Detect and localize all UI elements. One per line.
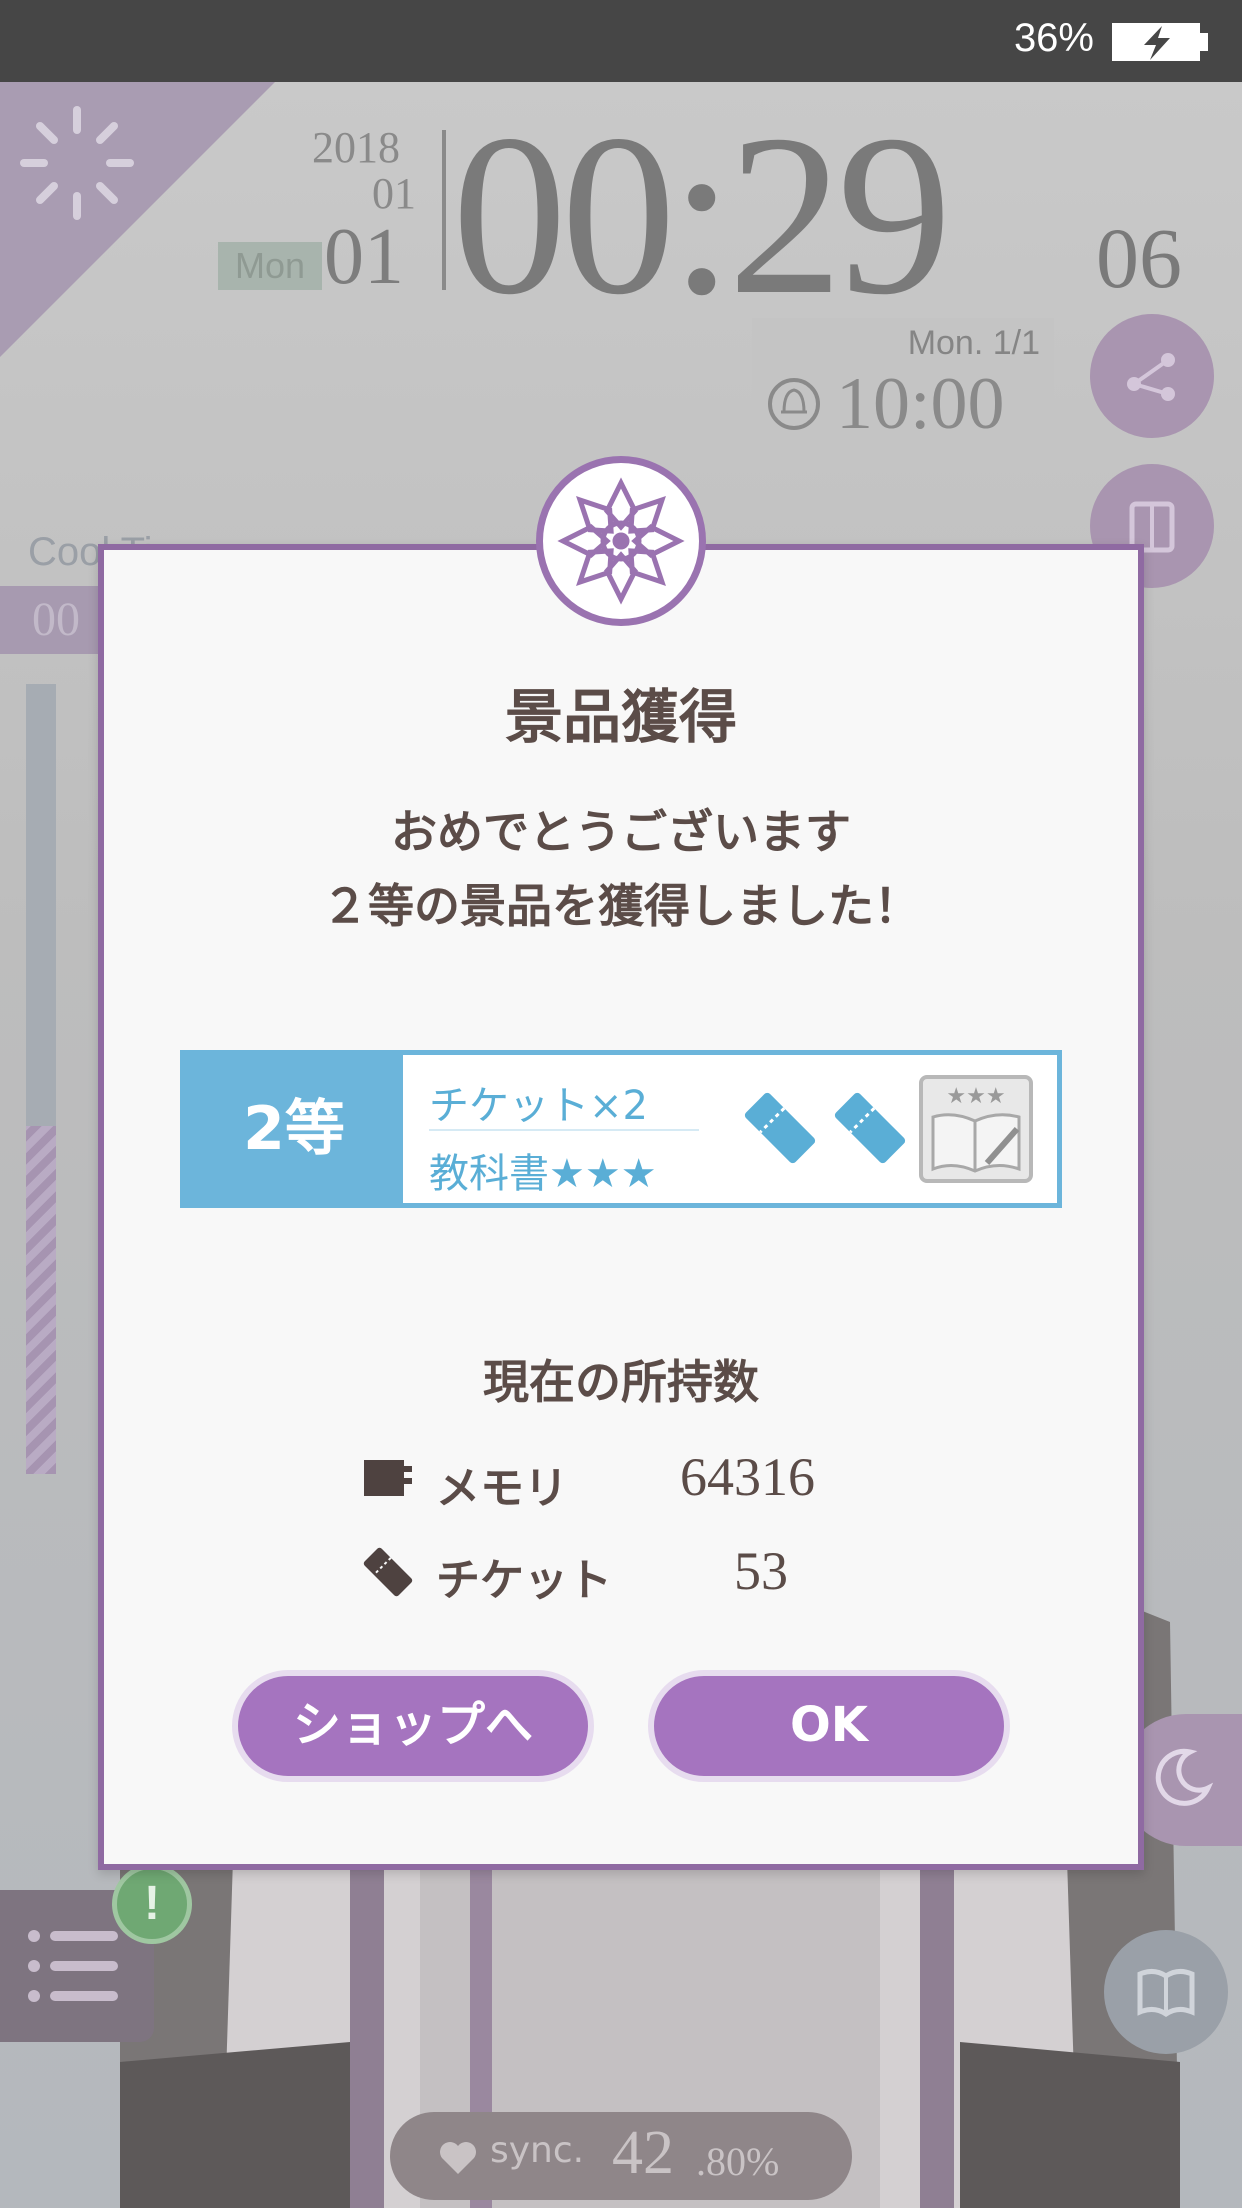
dialog-emblem [536, 456, 706, 626]
holdings-title: 現在の所持数 [483, 1355, 759, 1409]
share-button[interactable] [1090, 314, 1214, 438]
status-bar: 36% [0, 0, 1242, 82]
dialog-message-line2: ２等の景品を獲得しました！ [322, 879, 920, 933]
sync-value-decimal: .80% [696, 2139, 780, 2184]
moon-icon [1155, 1748, 1214, 1806]
sync-indicator: sync. 42 .80% [390, 2112, 852, 2200]
level-gauge-fill [26, 1126, 56, 1474]
prize-card: 2等 チケット×2 教科書★★★ ★★★ [180, 1050, 1062, 1208]
shop-button[interactable]: ショップへ [232, 1670, 594, 1782]
dialog-message-line1: おめでとうございます [391, 805, 851, 859]
ticket-icon [363, 1547, 413, 1597]
bell-icon [768, 378, 820, 430]
sync-label: sync. [490, 2130, 585, 2171]
loading-spinner-icon [20, 106, 134, 220]
prize-item-tickets: チケット×2 [429, 1083, 648, 1129]
heart-icon [440, 2142, 476, 2174]
alarm-date: Mon. 1/1 [907, 324, 1040, 362]
flower-emblem-icon [557, 477, 685, 605]
battery-charging-icon [1112, 23, 1208, 61]
ticket-value: 53 [734, 1541, 788, 1601]
ticket-label: チケット [436, 1555, 612, 1606]
ticket-icon [744, 1092, 816, 1164]
memory-label: メモリ [436, 1463, 568, 1514]
prize-divider [429, 1129, 699, 1131]
clock-time: 00:29 [452, 87, 952, 342]
prize-item-textbook: 教科書★★★ [429, 1151, 657, 1197]
cooldown-value: 00 [0, 586, 110, 654]
memory-card-icon [364, 1460, 412, 1496]
svg-text:★★★: ★★★ [946, 1084, 1005, 1109]
prize-rank: 2等 [185, 1055, 403, 1203]
ok-button[interactable]: OK [648, 1670, 1010, 1782]
date-divider [442, 130, 446, 290]
date-weekday: Mon [218, 242, 322, 290]
alarm-time: 10:00 [836, 363, 1005, 445]
textbook-icon: ★★★ [919, 1075, 1033, 1183]
open-book-icon [1137, 1968, 1195, 2018]
date-day: 01 [324, 213, 404, 301]
dialog-title: 景品獲得 [504, 683, 737, 751]
list-menu-icon [28, 1930, 118, 2002]
memory-value: 64316 [680, 1447, 815, 1507]
notification-badge[interactable]: ! [112, 1864, 192, 1944]
date-year: 2018 [312, 123, 400, 172]
guide-book-button[interactable] [1104, 1930, 1228, 2054]
ticket-icon [834, 1092, 906, 1164]
battery-percent: 36% [1013, 16, 1094, 60]
clock-seconds: 06 [1096, 210, 1182, 306]
alarm-panel[interactable]: Mon. 1/1 10:00 [752, 318, 1054, 445]
sync-value-integer: 42 [612, 2119, 674, 2187]
share-icon [1127, 353, 1175, 401]
